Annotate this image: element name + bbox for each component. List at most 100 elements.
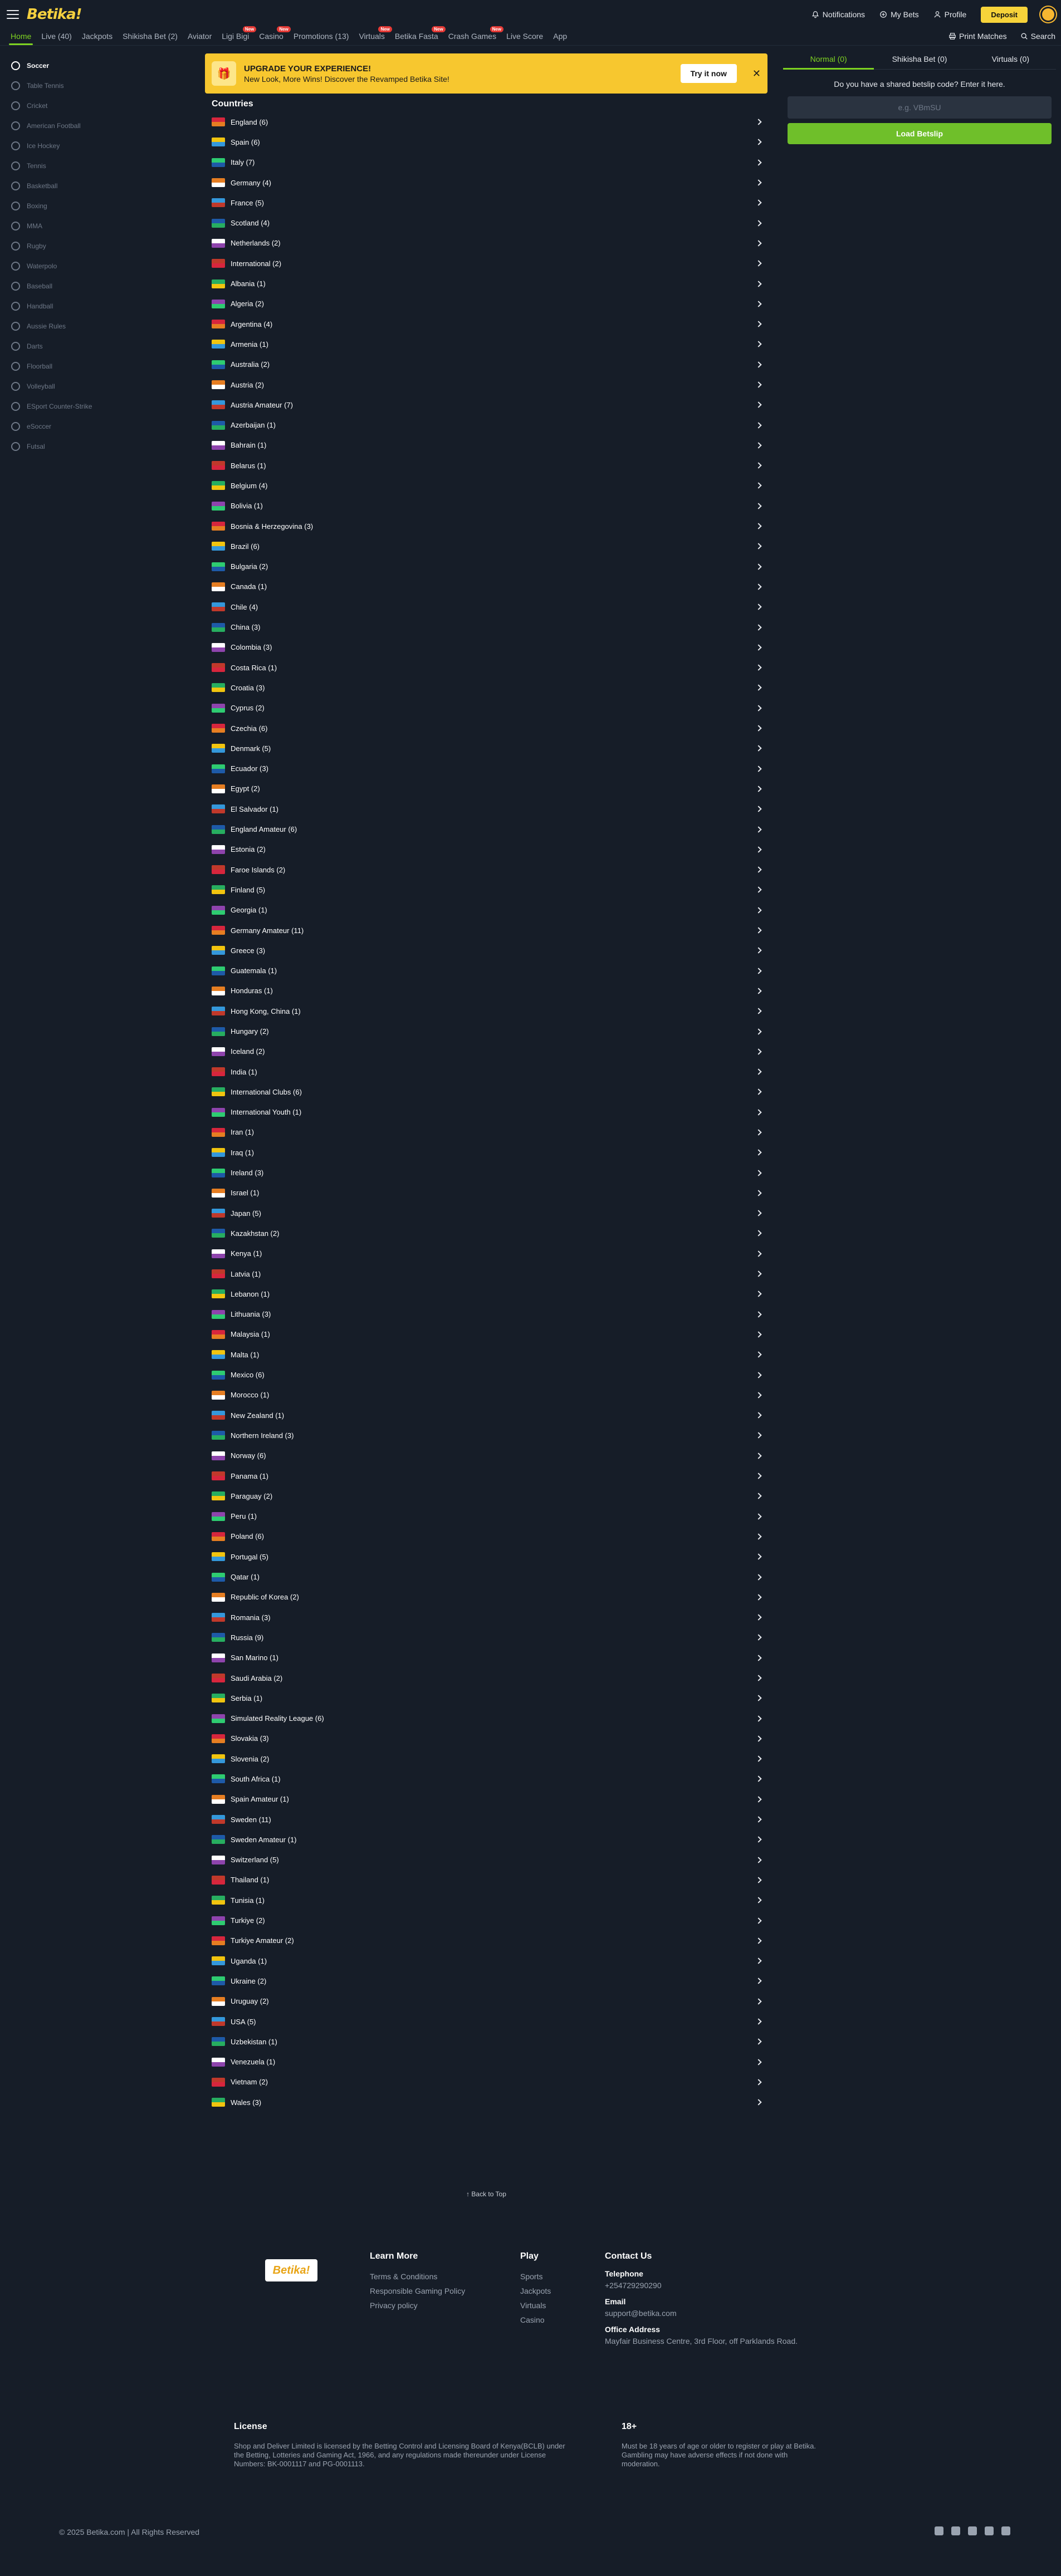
country-row[interactable]: Spain (6)	[205, 132, 767, 152]
my-bets-button[interactable]: My Bets	[879, 10, 919, 19]
country-row[interactable]: Turkiye (2)	[205, 1910, 767, 1930]
betslip-tab[interactable]: Shikisha Bet (0)	[874, 50, 965, 69]
nav-item[interactable]: Live (40)	[36, 29, 76, 45]
country-row[interactable]: Hong Kong, China (1)	[205, 1001, 767, 1021]
sidebar-item[interactable]: Waterpolo	[0, 256, 117, 276]
nav-item[interactable]: Ligi Bigi New	[217, 26, 257, 45]
responsible-gaming-link[interactable]: Responsible Gaming Policy	[370, 2284, 465, 2298]
country-row[interactable]: Slovakia (3)	[205, 1729, 767, 1749]
load-betslip-button[interactable]: Load Betslip	[788, 123, 1052, 144]
country-row[interactable]: Belarus (1)	[205, 455, 767, 475]
nav-item[interactable]: Crash Games New	[443, 26, 504, 45]
nav-item[interactable]: Shikisha Bet (2)	[118, 29, 183, 45]
close-icon[interactable]: ✕	[752, 68, 761, 80]
country-row[interactable]: Argentina (4)	[205, 314, 767, 334]
country-row[interactable]: Panama (1)	[205, 1466, 767, 1486]
country-row[interactable]: Honduras (1)	[205, 981, 767, 1001]
country-row[interactable]: Bolivia (1)	[205, 496, 767, 516]
sidebar-item[interactable]: Tennis	[0, 156, 117, 176]
nav-item[interactable]: App	[548, 29, 572, 45]
country-row[interactable]: Morocco (1)	[205, 1385, 767, 1405]
country-row[interactable]: Republic of Korea (2)	[205, 1587, 767, 1607]
sidebar-item[interactable]: Cricket	[0, 96, 117, 116]
country-row[interactable]: Czechia (6)	[205, 718, 767, 738]
country-row[interactable]: Kenya (1)	[205, 1244, 767, 1264]
country-row[interactable]: Austria (2)	[205, 375, 767, 395]
country-row[interactable]: England (6)	[205, 112, 767, 132]
country-row[interactable]: Colombia (3)	[205, 637, 767, 658]
nav-item[interactable]: Casino New	[254, 26, 291, 45]
country-row[interactable]: International (2)	[205, 253, 767, 273]
country-row[interactable]: Australia (2)	[205, 355, 767, 375]
country-row[interactable]: Mexico (6)	[205, 1365, 767, 1385]
betslip-tab[interactable]: Normal (0)	[783, 50, 874, 70]
theme-toggle-icon[interactable]	[1042, 8, 1054, 21]
facebook-icon[interactable]	[935, 2526, 943, 2535]
country-row[interactable]: Wales (3)	[205, 2092, 767, 2112]
country-row[interactable]: International Clubs (6)	[205, 1082, 767, 1102]
country-row[interactable]: Iraq (1)	[205, 1142, 767, 1162]
country-row[interactable]: Malta (1)	[205, 1345, 767, 1365]
country-row[interactable]: Switzerland (5)	[205, 1850, 767, 1870]
profile-button[interactable]: Profile	[933, 10, 966, 19]
country-row[interactable]: Faroe Islands (2)	[205, 860, 767, 880]
country-row[interactable]: Bahrain (1)	[205, 435, 767, 455]
country-row[interactable]: Slovenia (2)	[205, 1749, 767, 1769]
country-row[interactable]: Sweden (11)	[205, 1809, 767, 1829]
nav-item[interactable]: Betika Fasta New	[390, 26, 446, 45]
country-row[interactable]: France (5)	[205, 193, 767, 213]
jackpots-link[interactable]: Jackpots	[520, 2284, 551, 2298]
sidebar-item[interactable]: American Football	[0, 116, 117, 136]
logo[interactable]: Betika!	[27, 6, 82, 23]
telephone-value[interactable]: +254729290290	[605, 2278, 798, 2293]
x-icon[interactable]	[968, 2526, 977, 2535]
country-row[interactable]: Japan (5)	[205, 1203, 767, 1223]
print-matches-button[interactable]: Print Matches	[948, 32, 1007, 41]
sidebar-item[interactable]: Handball	[0, 296, 117, 316]
sidebar-item[interactable]: Floorball	[0, 356, 117, 376]
country-row[interactable]: El Salvador (1)	[205, 799, 767, 819]
sidebar-item[interactable]: Ice Hockey	[0, 136, 117, 156]
instagram-icon[interactable]	[951, 2526, 960, 2535]
country-row[interactable]: San Marino (1)	[205, 1648, 767, 1668]
country-row[interactable]: Kazakhstan (2)	[205, 1223, 767, 1243]
country-row[interactable]: Vietnam (2)	[205, 2072, 767, 2092]
country-row[interactable]: Malaysia (1)	[205, 1324, 767, 1345]
country-row[interactable]: Iceland (2)	[205, 1042, 767, 1062]
country-row[interactable]: Netherlands (2)	[205, 233, 767, 253]
country-row[interactable]: Ecuador (3)	[205, 759, 767, 779]
country-row[interactable]: Germany (4)	[205, 173, 767, 193]
country-row[interactable]: Estonia (2)	[205, 840, 767, 860]
search-button[interactable]: Search	[1020, 32, 1055, 41]
country-row[interactable]: Turkiye Amateur (2)	[205, 1931, 767, 1951]
sports-link[interactable]: Sports	[520, 2269, 551, 2284]
country-row[interactable]: Portugal (5)	[205, 1547, 767, 1567]
try-it-now-button[interactable]: Try it now	[680, 64, 737, 83]
country-row[interactable]: Saudi Arabia (2)	[205, 1668, 767, 1688]
sidebar-item[interactable]: Volleyball	[0, 376, 117, 396]
country-row[interactable]: Germany Amateur (11)	[205, 920, 767, 940]
nav-item[interactable]: Live Score	[501, 29, 548, 45]
betslip-code-input[interactable]	[788, 96, 1052, 119]
country-row[interactable]: Armenia (1)	[205, 334, 767, 354]
country-row[interactable]: Ukraine (2)	[205, 1971, 767, 1991]
country-row[interactable]: China (3)	[205, 617, 767, 637]
deposit-button[interactable]: Deposit	[981, 6, 1028, 23]
country-row[interactable]: Algeria (2)	[205, 294, 767, 314]
country-row[interactable]: Lithuania (3)	[205, 1304, 767, 1324]
country-row[interactable]: Uzbekistan (1)	[205, 2032, 767, 2052]
footer-logo[interactable]: Betika!	[265, 2259, 317, 2281]
virtuals-link[interactable]: Virtuals	[520, 2298, 551, 2313]
sidebar-item[interactable]: eSoccer	[0, 416, 117, 436]
country-row[interactable]: Chile (4)	[205, 597, 767, 617]
country-row[interactable]: Simulated Reality League (6)	[205, 1708, 767, 1728]
country-row[interactable]: Brazil (6)	[205, 536, 767, 556]
country-row[interactable]: Bosnia & Herzegovina (3)	[205, 516, 767, 536]
country-row[interactable]: Uruguay (2)	[205, 1991, 767, 2011]
nav-item[interactable]: Home	[6, 29, 36, 45]
sidebar-item[interactable]: MMA	[0, 216, 117, 236]
country-row[interactable]: Greece (3)	[205, 940, 767, 960]
country-row[interactable]: Latvia (1)	[205, 1264, 767, 1284]
country-row[interactable]: Paraguay (2)	[205, 1486, 767, 1506]
sidebar-item[interactable]: Soccer	[0, 56, 117, 76]
